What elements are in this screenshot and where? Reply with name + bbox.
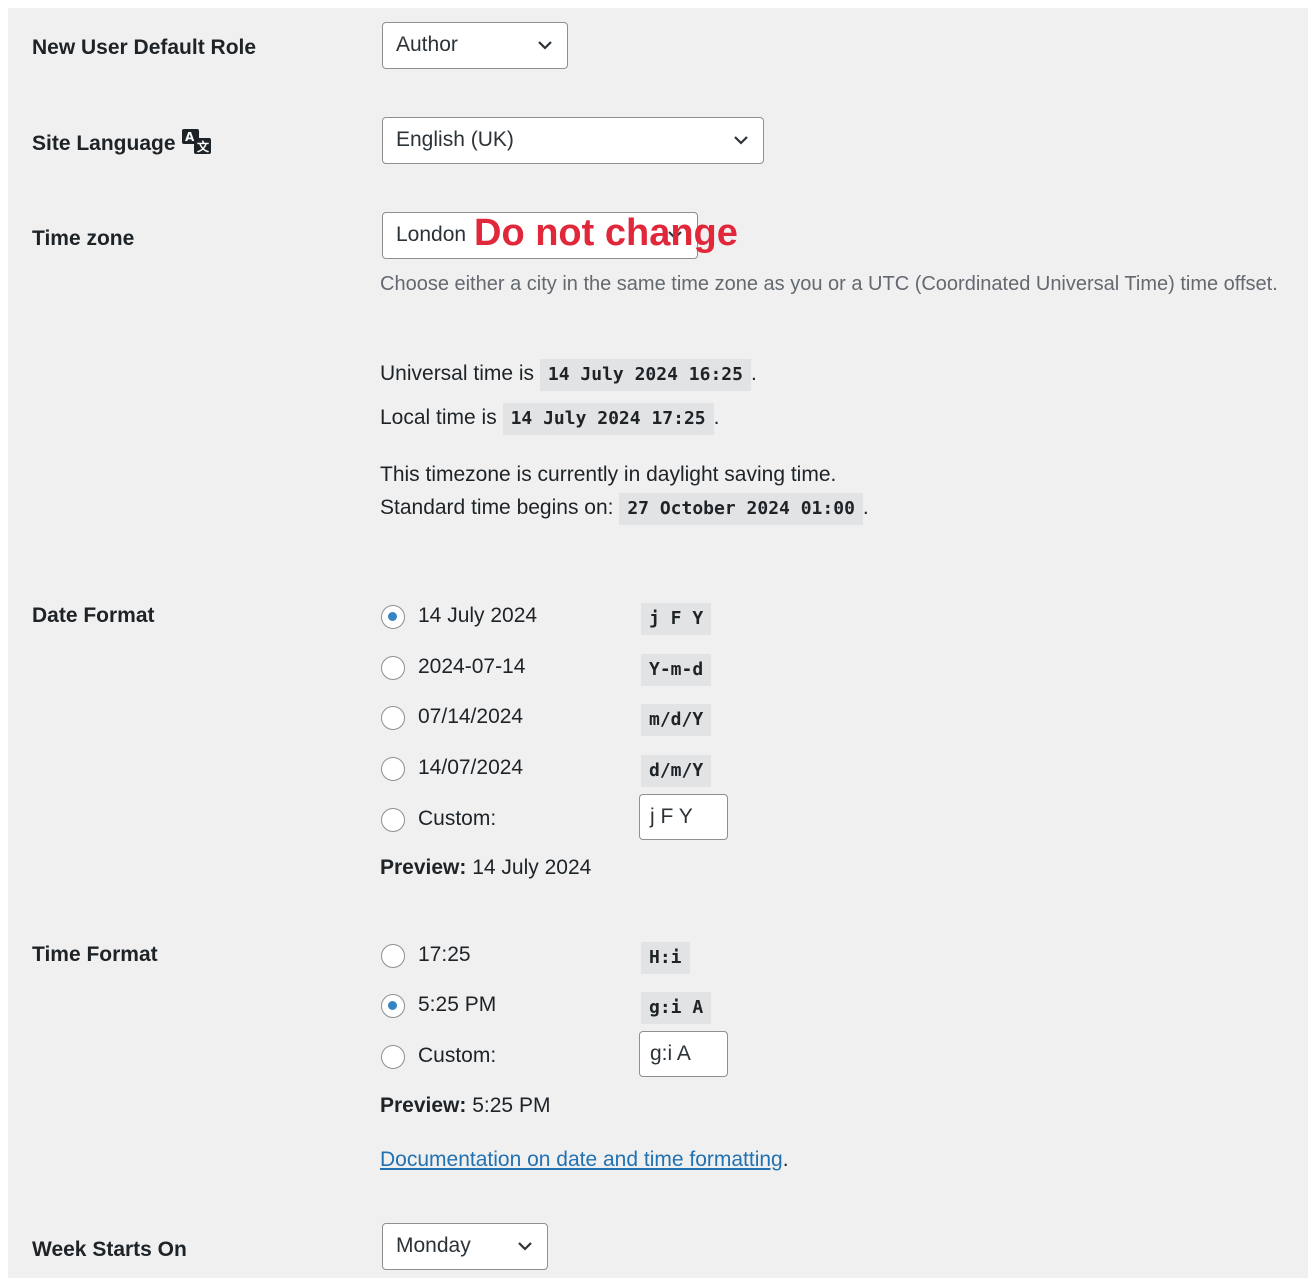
chevron-down-icon [538,41,552,50]
site-language-select[interactable]: English (UK) [382,117,764,164]
date-format-option-label: 14/07/2024 [418,756,524,779]
time-zone-value: London [396,223,467,246]
time-format-custom-radio[interactable] [381,1045,405,1069]
universal-time-line: Universal time is 14 July 2024 16:25. [380,358,757,391]
standard-time-prefix: Standard time begins on: [380,496,614,519]
local-time-line: Local time is 14 July 2024 17:25. [380,402,719,435]
week-starts-value: Monday [396,1234,471,1257]
date-format-code: m/d/Y [641,704,712,736]
date-format-option-label: 2024-07-14 [418,655,526,678]
date-format-radio[interactable] [381,656,405,680]
date-preview: Preview: 14 July 2024 [380,856,591,880]
time-preview: Preview: 5:25 PM [380,1094,550,1118]
date-format-custom-label: Custom: [418,807,497,830]
site-language-label: Site Language [32,132,176,155]
date-format-option-label: 07/14/2024 [418,705,524,728]
universal-time-value: 14 July 2024 16:25 [539,359,751,391]
time-format-custom-label: Custom: [418,1044,497,1067]
settings-panel [8,8,1308,1278]
new-user-role-select[interactable]: Author [382,22,568,69]
doc-link[interactable]: Documentation on date and time formattin… [380,1148,783,1171]
svg-text:文: 文 [197,139,210,154]
period: . [713,406,720,429]
new-user-role-label: New User Default Role [32,36,257,59]
date-format-code: d/m/Y [641,755,712,787]
date-format-radio[interactable] [381,757,405,781]
time-preview-label: Preview: [380,1094,467,1117]
svg-text:A: A [185,130,195,144]
local-time-prefix: Local time is [380,406,497,429]
period: . [862,496,869,519]
standard-time-value: 27 October 2024 01:00 [619,493,863,525]
date-preview-label: Preview: [380,856,467,879]
date-format-radio[interactable] [381,605,405,629]
time-format-custom-input[interactable]: g:i A [639,1031,728,1077]
time-zone-description: Choose either a city in the same time zo… [380,273,1278,295]
date-format-code: Y-m-d [641,654,712,686]
standard-time-line: Standard time begins on: 27 October 2024… [380,492,869,525]
translate-icon: A 文 [182,129,211,154]
new-user-role-value: Author [396,33,458,56]
week-starts-label: Week Starts On [32,1238,187,1261]
do-not-change-annotation: Do not change [474,212,738,254]
time-format-code: g:i A [641,992,712,1024]
time-format-option-label: 17:25 [418,943,471,966]
time-format-radio[interactable] [381,994,405,1018]
period: . [750,362,757,385]
doc-line: Documentation on date and time formattin… [380,1148,789,1172]
date-format-code: j F Y [641,603,712,635]
chevron-down-icon [518,1242,532,1251]
local-time-value: 14 July 2024 17:25 [502,403,714,435]
date-format-custom-input[interactable]: j F Y [639,794,728,840]
date-preview-value: 14 July 2024 [472,856,592,879]
time-format-code: H:i [641,942,690,974]
dst-line: This timezone is currently in daylight s… [380,463,837,486]
time-preview-value: 5:25 PM [472,1094,551,1117]
week-starts-select[interactable]: Monday [382,1223,548,1270]
time-format-label: Time Format [32,943,158,966]
time-format-option-label: 5:25 PM [418,993,497,1016]
universal-time-prefix: Universal time is [380,362,535,385]
chevron-down-icon [734,136,748,145]
time-format-radio[interactable] [381,944,405,968]
date-format-label: Date Format [32,604,155,627]
date-format-radio[interactable] [381,706,405,730]
date-format-option-label: 14 July 2024 [418,604,538,627]
date-format-custom-radio[interactable] [381,808,405,832]
site-language-value: English (UK) [396,128,514,151]
period: . [782,1148,789,1171]
time-zone-label: Time zone [32,227,135,250]
